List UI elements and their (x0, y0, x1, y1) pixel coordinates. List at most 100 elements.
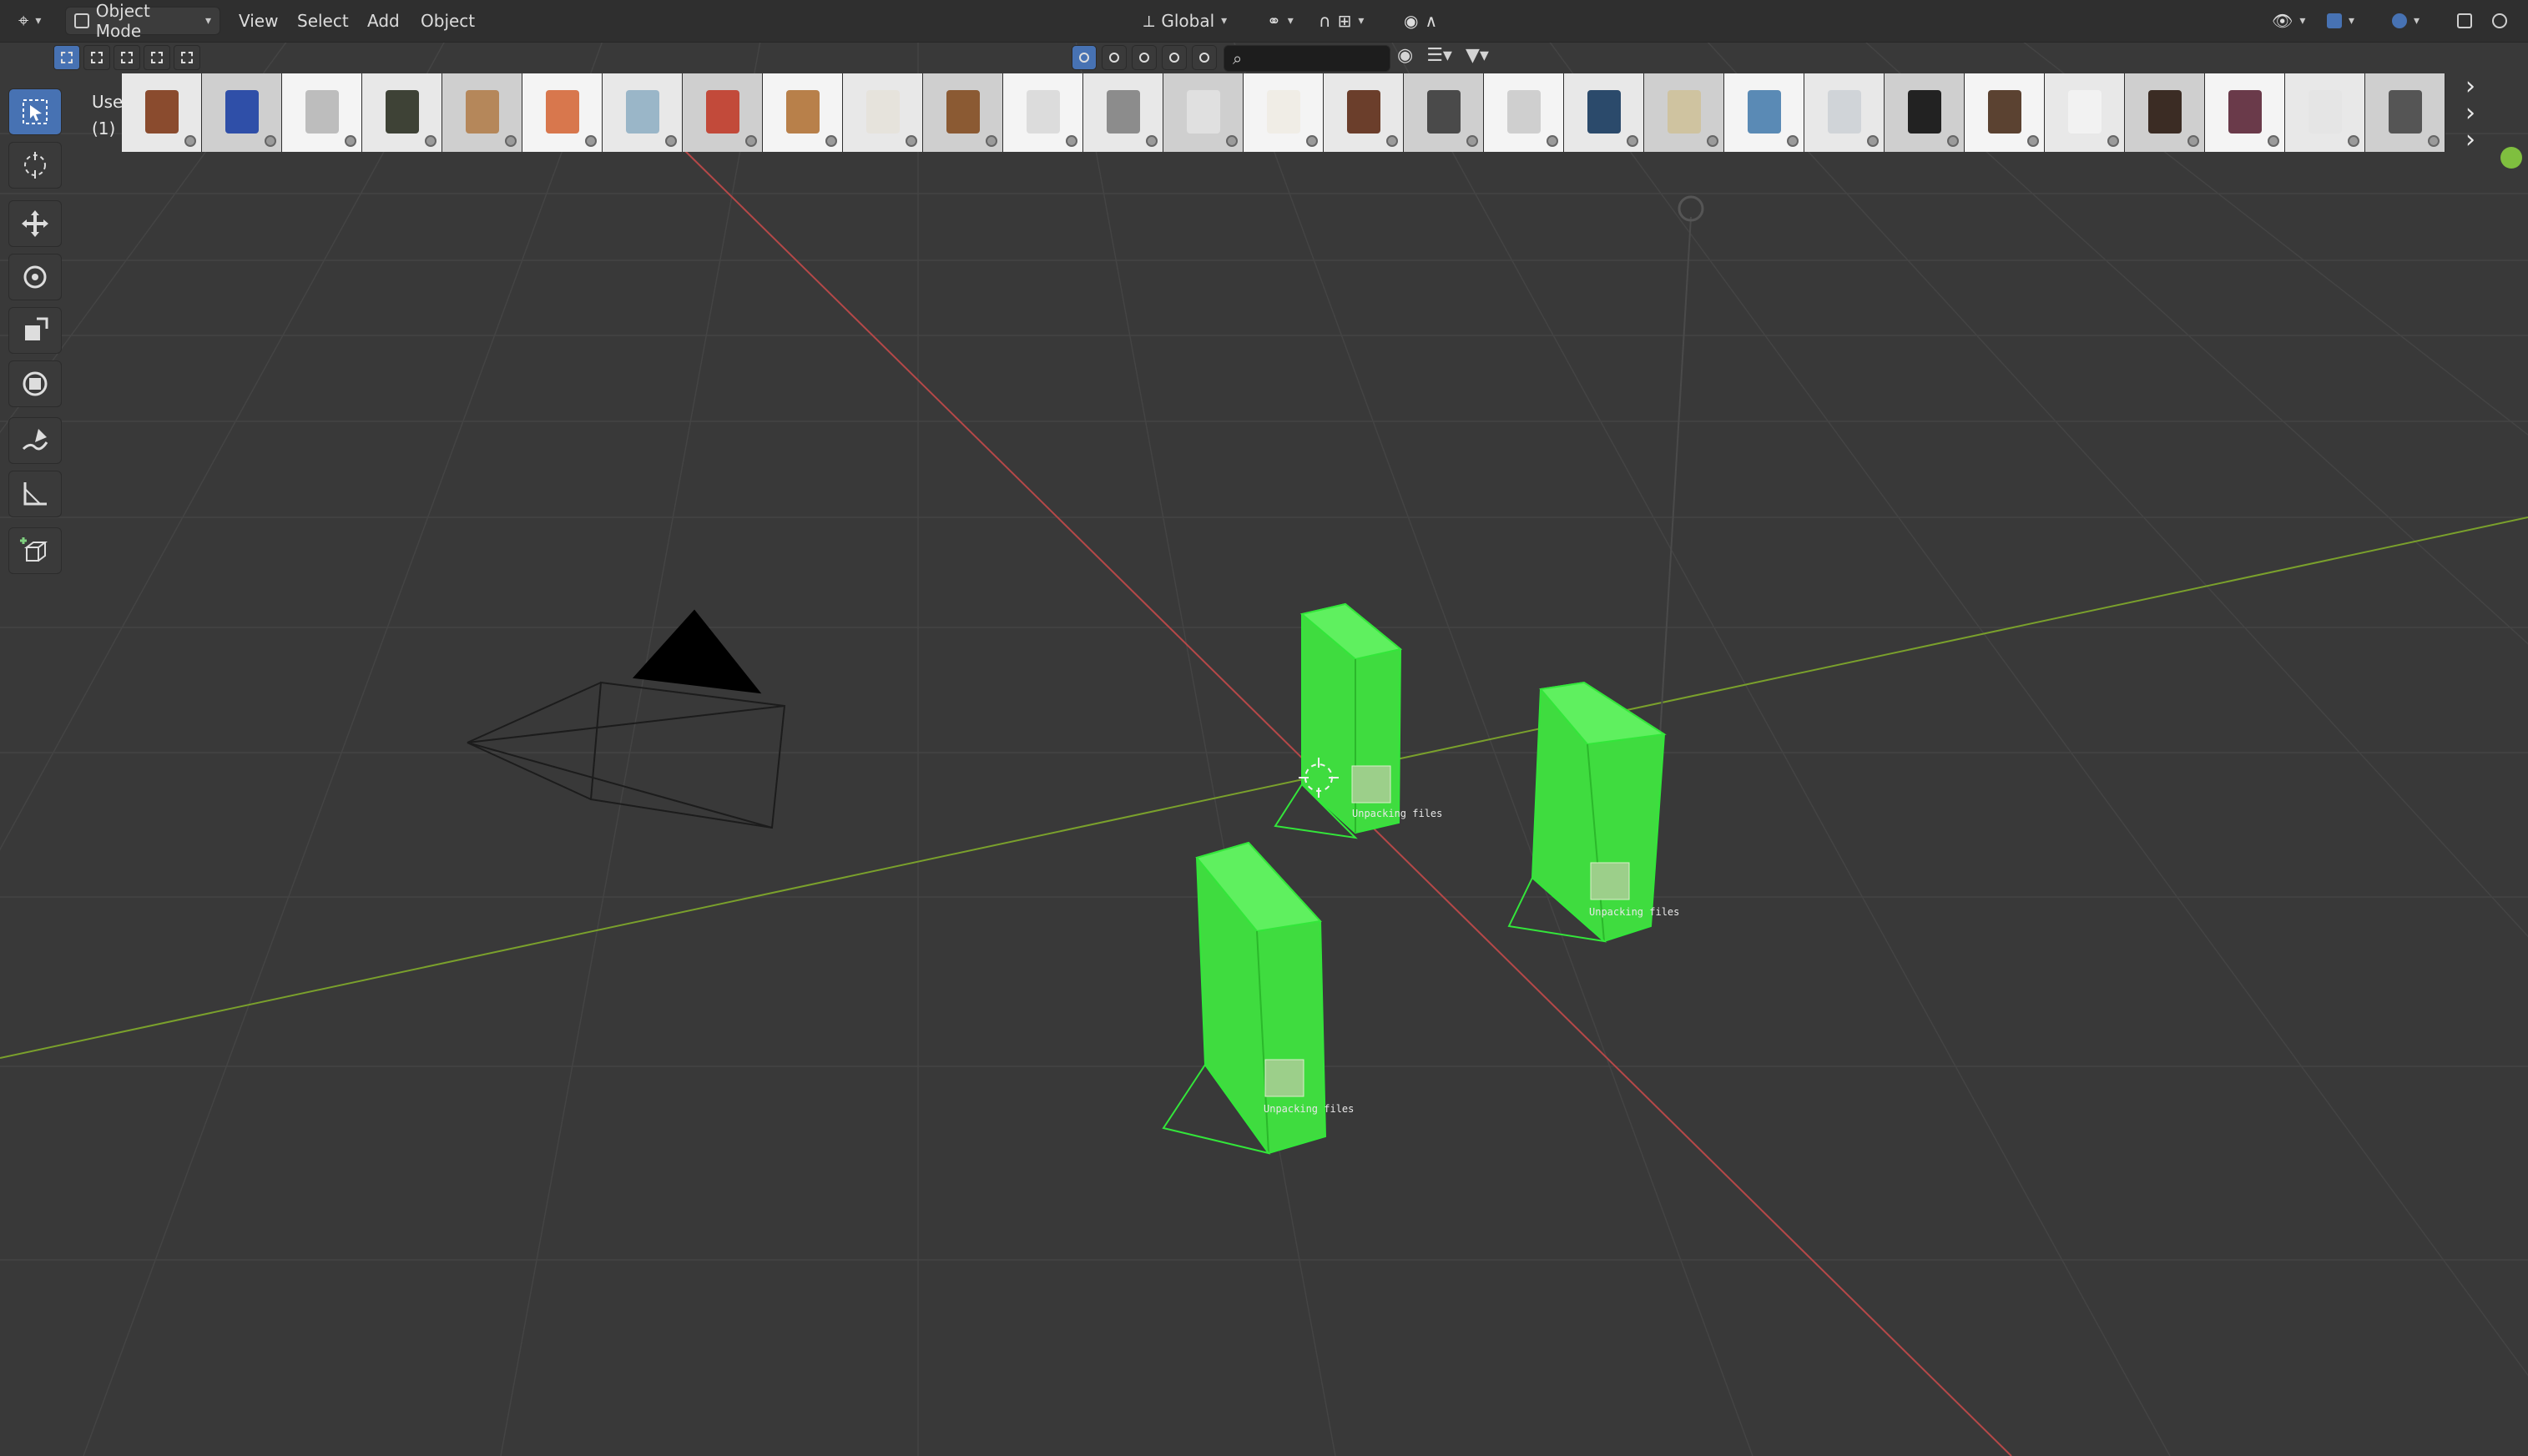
asset-type-hdri-button[interactable] (1162, 45, 1187, 70)
asset-shelf-scroll[interactable]: › › › (2465, 74, 2475, 153)
asset-search[interactable]: ⌕ (1224, 45, 1390, 72)
transform-tool[interactable] (8, 360, 62, 407)
asset-link-icon (2348, 135, 2359, 147)
eye-icon: 👁 (2272, 11, 2293, 31)
select-extend-button[interactable] (83, 45, 110, 70)
asset-type-all-button[interactable] (1072, 45, 1097, 70)
asset-thumbnail-bench[interactable] (282, 73, 362, 152)
asset-thumbnail-stool[interactable] (2125, 73, 2205, 152)
editor-type-button[interactable]: ⌖ ▾ (10, 7, 49, 35)
measure-tool[interactable] (8, 471, 62, 517)
asset-type-brush-button[interactable] (1192, 45, 1217, 70)
light-icon[interactable] (1678, 195, 1704, 222)
asset-link-icon (265, 135, 276, 147)
asset-thumbnail-table-wood[interactable] (442, 73, 522, 152)
asset-thumbnail-crystal[interactable] (202, 73, 282, 152)
move-tool[interactable] (8, 200, 62, 247)
asset-thumbnail-kitchen[interactable] (1804, 73, 1885, 152)
select-box-icon (23, 99, 48, 124)
asset-thumbnail-dresser[interactable] (1965, 73, 2045, 152)
orientation-label: Global (1161, 11, 1215, 31)
scale-icon (25, 317, 48, 340)
asset-thumbnail-oven[interactable] (1163, 73, 1244, 152)
asset-thumbnail-robot[interactable] (1724, 73, 1804, 152)
select-subtract-button[interactable] (114, 45, 140, 70)
cursor-tool[interactable] (8, 142, 62, 189)
3d-viewport[interactable]: Unpacking files Unpacking files Unpackin… (0, 0, 2528, 1456)
unpacking-label-3: Unpacking files (1264, 1103, 1355, 1115)
asset-thumbnail-cabinet[interactable] (923, 73, 1003, 152)
menu-add[interactable]: Add (367, 7, 400, 35)
asset-thumbnail-cactus-pot[interactable] (522, 73, 603, 152)
gizmo-toggle[interactable]: ▾ (2319, 7, 2363, 35)
transform-orientation-dropdown[interactable]: ⟂ Global ▾ (1135, 7, 1235, 35)
chevron-down-icon: ▾ (1287, 14, 1294, 28)
mode-dropdown[interactable]: Object Mode ▾ (65, 1, 220, 41)
asset-thumbnail-stairs[interactable] (1324, 73, 1404, 152)
xray-toggle[interactable] (2449, 7, 2480, 35)
proportional-icon: ◉ (1404, 11, 1419, 31)
chevron-right-icon[interactable]: › (2465, 101, 2475, 126)
scale-tool[interactable] (8, 307, 62, 354)
proportional-edit-toggle[interactable]: ◉ ∧ (1395, 7, 1446, 35)
asset-link-icon (745, 135, 757, 147)
navigation-gizmo-icon[interactable] (2500, 147, 2522, 169)
asset-thumbnail-goat[interactable] (1244, 73, 1324, 152)
asset-thumbnail-chair-wood[interactable] (763, 73, 843, 152)
search-icon: ⌕ (1233, 48, 1243, 68)
magnet-icon: ∩ (1319, 11, 1331, 31)
asset-thumbnail-shelf-blue[interactable] (603, 73, 683, 152)
select-intersect-button[interactable] (174, 45, 200, 70)
overlays-toggle[interactable]: ▾ (2384, 7, 2428, 35)
snap-toggle[interactable]: ∩ ⊞ ▾ (1310, 7, 1372, 35)
unpacking-label-1: Unpacking files (1352, 808, 1443, 819)
sort-dropdown[interactable]: ☰▾ (1426, 45, 1452, 66)
rotate-tool[interactable] (8, 254, 62, 300)
wireframe-shading-button[interactable] (2484, 7, 2515, 35)
menu-select[interactable]: Select (297, 7, 349, 35)
asset-thumbnail-tank[interactable] (362, 73, 442, 152)
asset-thumbnail-laptop[interactable] (1083, 73, 1163, 152)
asset-thumbnail-whale[interactable] (1564, 73, 1644, 152)
viewport-canvas[interactable] (0, 0, 2528, 1456)
asset-thumbnail-cracks[interactable] (2285, 73, 2365, 152)
menu-object[interactable]: Object (421, 7, 475, 35)
asset-thumbnail-desk-white[interactable] (843, 73, 923, 152)
asset-link-icon (1066, 135, 1077, 147)
asset-thumbnail-stool-bar[interactable] (1885, 73, 1965, 152)
select-box-tool[interactable] (8, 88, 62, 135)
eye-icon[interactable]: ◉ (1397, 45, 1413, 66)
asset-preview (1267, 90, 1300, 134)
chevron-right-icon[interactable]: › (2465, 128, 2475, 153)
asset-thumbnail-character[interactable] (683, 73, 763, 152)
chevron-right-icon[interactable]: › (2465, 74, 2475, 99)
select-invert-button[interactable] (144, 45, 170, 70)
menu-view[interactable]: View (239, 7, 278, 35)
visibility-dropdown[interactable]: 👁 ▾ (2263, 7, 2314, 35)
camera-object[interactable] (467, 609, 786, 829)
asset-thumbnail-lamp-white[interactable] (2045, 73, 2125, 152)
asset-thumbnail-tray[interactable] (1484, 73, 1564, 152)
asset-thumbnail-stove[interactable] (1003, 73, 1083, 152)
asset-link-icon (2187, 135, 2199, 147)
pivot-point-dropdown[interactable]: ⚭ ▾ (1259, 7, 1302, 35)
xray-icon (2457, 13, 2472, 28)
filter-icon[interactable]: ▼▾ (1466, 45, 1489, 66)
asset-thumbnail-bed[interactable] (2205, 73, 2285, 152)
annotate-tool[interactable] (8, 417, 62, 464)
asset-link-icon (1386, 135, 1398, 147)
select-new-button[interactable] (53, 45, 80, 70)
add-cube-tool[interactable] (8, 527, 62, 574)
asset-preview (1427, 90, 1461, 134)
asset-thumbnail-sofa[interactable] (1404, 73, 1484, 152)
asset-type-material-button[interactable] (1102, 45, 1127, 70)
asset-search-input[interactable] (1258, 49, 1386, 69)
asset-thumbnail-gazebo[interactable] (122, 73, 202, 152)
asset-link-icon (1787, 135, 1799, 147)
asset-type-world-button[interactable] (1132, 45, 1157, 70)
wireframe-sphere-icon (2492, 13, 2507, 28)
asset-preview (546, 90, 579, 134)
selected-box-2[interactable] (1507, 681, 1667, 943)
asset-thumbnail-skull[interactable] (1644, 73, 1724, 152)
asset-thumbnail-camera-rig[interactable] (2365, 73, 2445, 152)
